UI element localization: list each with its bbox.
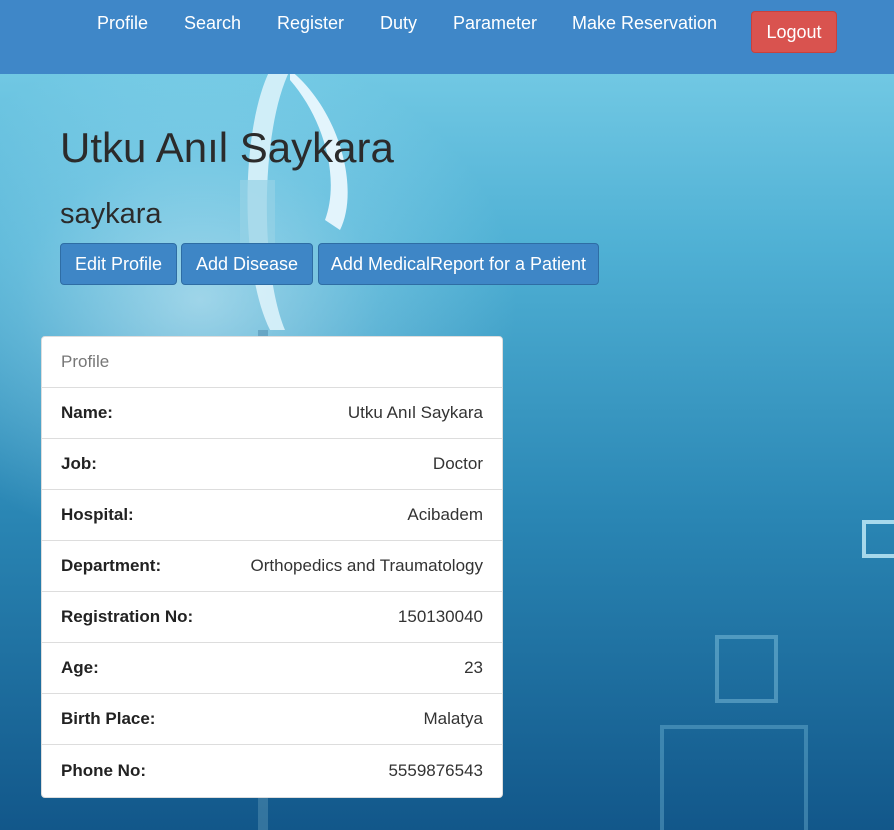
username-subtitle: saykara	[60, 198, 162, 230]
profile-row-department: Department: Orthopedics and Traumatology	[42, 541, 502, 592]
row-label: Hospital:	[61, 505, 134, 524]
top-navbar: Profile Search Register Duty Parameter M…	[0, 0, 894, 74]
row-value: Utku Anıl Saykara	[347, 403, 483, 422]
row-value: 23	[464, 658, 483, 677]
profile-row-registration-no: Registration No: 150130040	[42, 592, 502, 643]
row-label: Phone No:	[61, 760, 146, 780]
nav-search-link[interactable]: Search	[184, 13, 241, 34]
decorative-cross-large	[660, 725, 808, 830]
nav-duty-link[interactable]: Duty	[380, 13, 417, 34]
row-label: Department:	[61, 556, 162, 575]
nav-register-link[interactable]: Register	[277, 13, 344, 34]
row-value: Acibadem	[407, 505, 483, 524]
profile-row-job: Job: Doctor	[42, 439, 502, 490]
profile-row-name: Name: Utku Anıl Saykara	[42, 388, 502, 439]
nav-make-reservation-link[interactable]: Make Reservation	[572, 13, 717, 34]
row-value: Doctor	[432, 454, 483, 473]
page-title: Utku Anıl Saykara	[60, 124, 394, 171]
logout-button[interactable]: Logout	[751, 11, 837, 53]
profile-row-birth-place: Birth Place: Malatya	[42, 694, 502, 745]
decorative-cross-bottom	[715, 635, 778, 703]
row-label: Registration No:	[61, 607, 194, 626]
add-disease-button[interactable]: Add Disease	[181, 243, 313, 285]
row-value: Orthopedics and Traumatology	[250, 556, 483, 575]
nav-profile-link[interactable]: Profile	[97, 13, 148, 34]
profile-row-hospital: Hospital: Acibadem	[42, 490, 502, 541]
add-medical-report-button[interactable]: Add MedicalReport for a Patient	[318, 243, 599, 285]
row-value: 5559876543	[388, 760, 483, 780]
profile-panel: Profile Name: Utku Anıl Saykara Job: Doc…	[41, 336, 503, 798]
row-value: 150130040	[397, 607, 483, 626]
row-value: Malatya	[423, 709, 483, 728]
row-label: Job:	[61, 454, 97, 473]
edit-profile-button[interactable]: Edit Profile	[60, 243, 177, 285]
profile-row-age: Age: 23	[42, 643, 502, 694]
panel-heading: Profile	[42, 337, 502, 388]
nav-parameter-link[interactable]: Parameter	[453, 13, 537, 34]
row-label: Birth Place:	[61, 709, 156, 728]
decorative-cross-right	[862, 520, 894, 558]
row-label: Age:	[61, 658, 99, 677]
profile-row-phone-no: Phone No: 5559876543	[42, 745, 502, 796]
row-label: Name:	[61, 403, 113, 422]
